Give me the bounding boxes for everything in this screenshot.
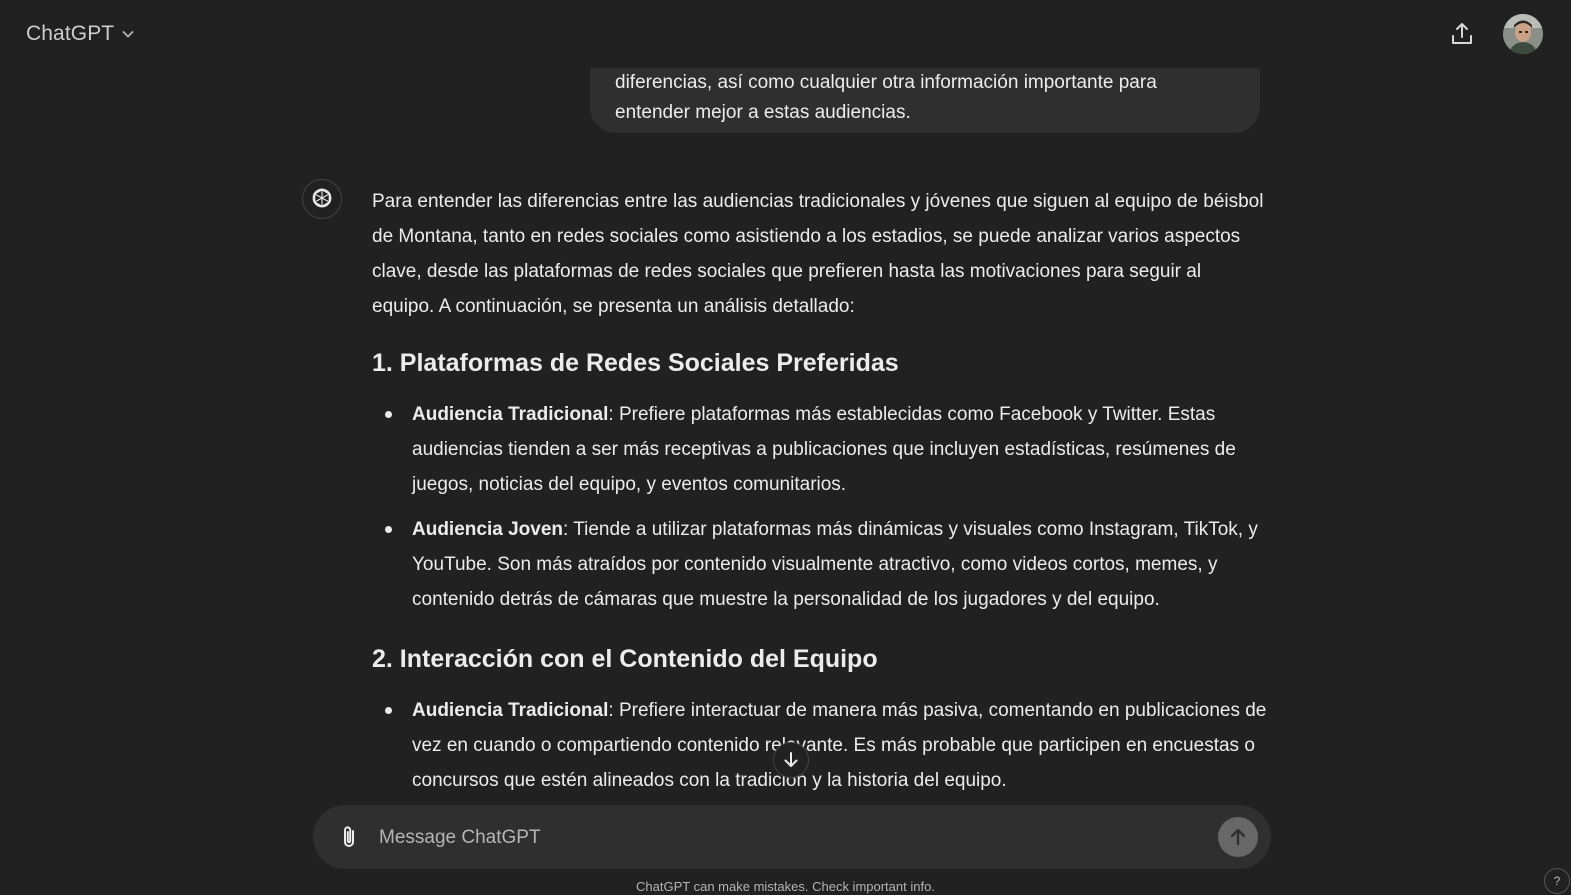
user-avatar[interactable] bbox=[1503, 14, 1543, 54]
top-bar: ChatGPT bbox=[0, 0, 1571, 68]
arrow-up-icon bbox=[1230, 828, 1246, 846]
user-message-bubble: diferencias, así como cualquier otra inf… bbox=[590, 68, 1260, 133]
bullet-dot bbox=[385, 526, 392, 533]
scroll-to-bottom-button[interactable] bbox=[773, 742, 809, 778]
conversation-area[interactable]: diferencias, así como cualquier otra inf… bbox=[0, 68, 1571, 798]
disclaimer-text: ChatGPT can make mistakes. Check importa… bbox=[636, 879, 935, 894]
bullet-list: Audiencia Tradicional: Prefiere interact… bbox=[372, 693, 1267, 798]
section-heading: 2. Interacción con el Contenido del Equi… bbox=[372, 645, 878, 673]
paperclip-icon bbox=[344, 826, 354, 847]
list-item-label: Audiencia Tradicional bbox=[412, 404, 609, 425]
user-message-line: diferencias, así como cualquier otra inf… bbox=[615, 72, 1157, 93]
chevron-down-icon bbox=[122, 31, 134, 38]
user-message-line: entender mejor a estas audiencias. bbox=[615, 102, 911, 123]
list-item: Audiencia Joven: Tiende a utilizar plata… bbox=[385, 512, 1267, 617]
message-input[interactable] bbox=[377, 819, 1201, 857]
chatgpt-logo-icon bbox=[302, 179, 342, 219]
list-item: Audiencia Tradicional: Prefiere interact… bbox=[385, 693, 1267, 798]
list-item-label: Audiencia Tradicional bbox=[412, 700, 609, 721]
model-selector[interactable]: ChatGPT bbox=[18, 16, 144, 52]
section-heading: 1. Plataformas de Redes Sociales Preferi… bbox=[372, 349, 899, 377]
avatar-image bbox=[1503, 14, 1543, 54]
share-icon bbox=[1452, 23, 1472, 44]
help-button[interactable]: ? bbox=[1544, 868, 1570, 894]
share-button[interactable] bbox=[1446, 18, 1478, 50]
bullet-dot bbox=[385, 707, 392, 714]
list-item: Audiencia Tradicional: Prefiere platafor… bbox=[385, 397, 1267, 502]
bullet-dot bbox=[385, 411, 392, 418]
message-composer bbox=[313, 805, 1271, 869]
arrow-down-icon bbox=[784, 752, 798, 767]
bullet-list: Audiencia Tradicional: Prefiere platafor… bbox=[372, 397, 1267, 617]
model-name: ChatGPT bbox=[26, 22, 115, 45]
send-button[interactable] bbox=[1218, 817, 1258, 857]
attach-button[interactable] bbox=[335, 823, 363, 851]
assistant-intro-paragraph: Para entender las diferencias entre las … bbox=[372, 191, 1264, 317]
assistant-message: Para entender las diferencias entre las … bbox=[372, 184, 1267, 798]
list-item-label: Audiencia Joven bbox=[412, 519, 563, 540]
openai-logo-icon bbox=[312, 188, 332, 208]
